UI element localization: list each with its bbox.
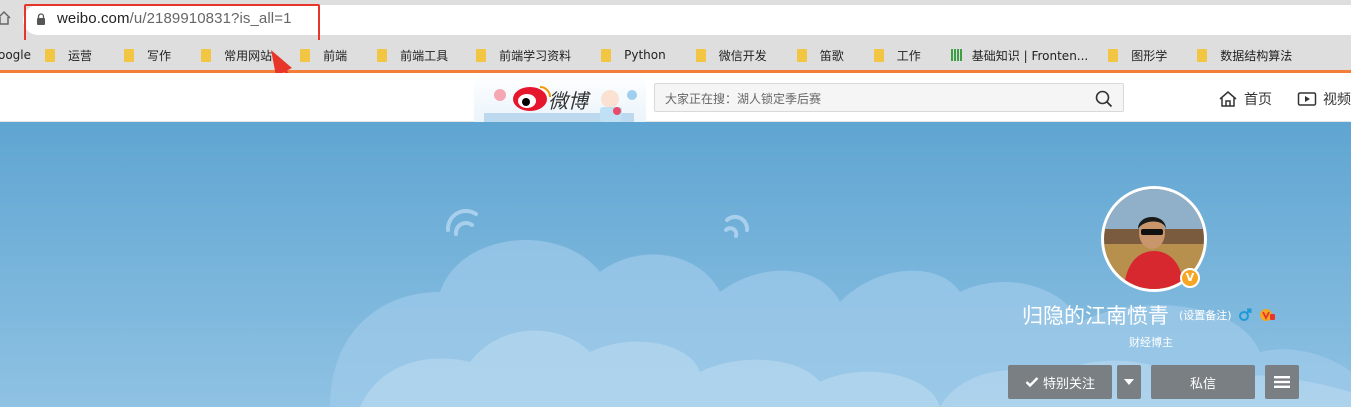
check-icon [1025, 377, 1039, 388]
set-remark-link[interactable]: (设置备注) [1179, 307, 1232, 323]
special-follow-label: 特别关注 [1042, 376, 1095, 392]
private-message-button[interactable]: 私信 [1151, 365, 1255, 399]
video-icon [1297, 92, 1317, 106]
weibo-logo-text: 微博 [548, 89, 588, 113]
nav-video[interactable]: 视频 [1297, 89, 1351, 109]
username-row: 归隐的江南愤青 (设置备注) [1022, 300, 1276, 330]
search-input[interactable]: 大家正在搜：湖人锁定季后赛 [654, 83, 1124, 112]
verified-badge: V [1180, 268, 1200, 288]
chevron-down-icon [1124, 379, 1134, 385]
home-icon [1219, 91, 1237, 107]
search-icon[interactable] [1095, 90, 1113, 108]
menu-icon [1274, 376, 1290, 388]
nav-home-label: 首页 [1244, 92, 1272, 108]
more-menu-button[interactable] [1265, 365, 1299, 399]
weibo-header: 微博 大家正在搜：湖人锁定季后赛 首页 视频 [0, 73, 1351, 122]
follow-dropdown-button[interactable] [1117, 365, 1141, 399]
username: 归隐的江南愤青 [1022, 304, 1169, 328]
search-placeholder: 大家正在搜：湖人锁定季后赛 [665, 92, 822, 106]
special-follow-button[interactable]: 特别关注 [1008, 365, 1112, 399]
nav-home[interactable]: 首页 [1218, 89, 1272, 109]
member-level-icon[interactable] [1259, 308, 1276, 322]
private-message-label: 私信 [1189, 376, 1216, 392]
user-category: 财经博主 [1129, 336, 1173, 349]
nav-video-label: 视频 [1323, 92, 1351, 108]
male-gender-icon [1238, 308, 1252, 321]
